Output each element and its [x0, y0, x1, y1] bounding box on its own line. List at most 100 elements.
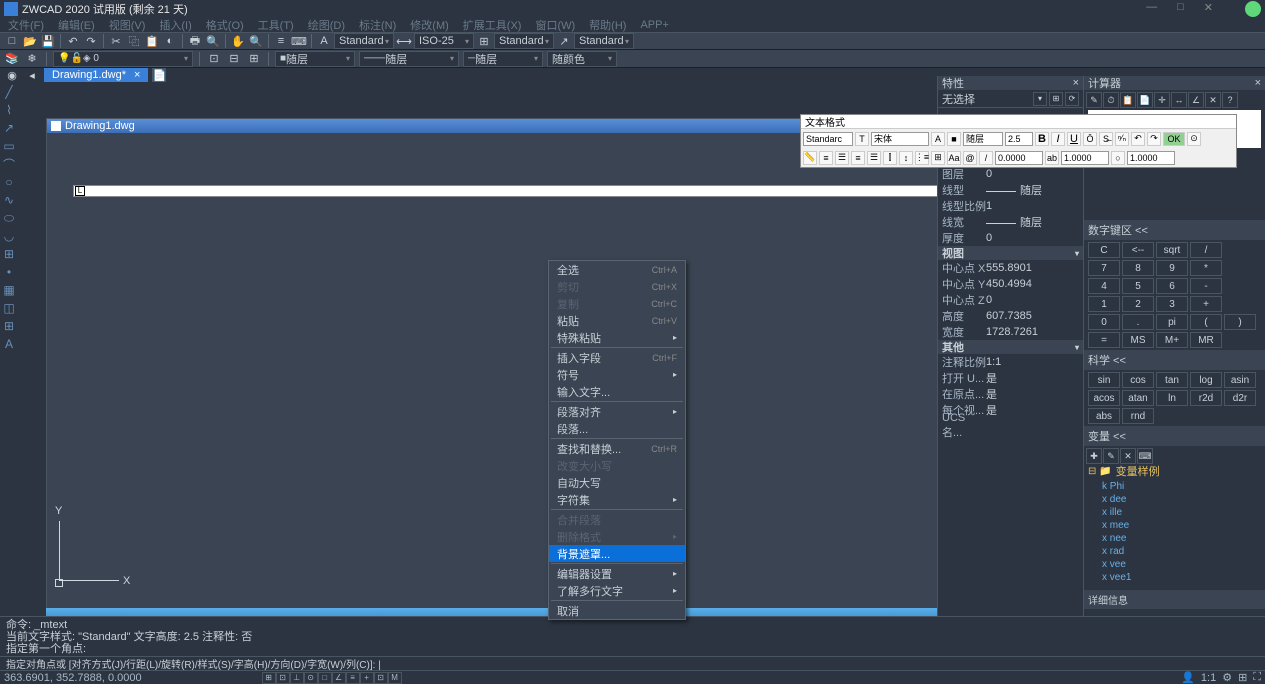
var-item[interactable]: x vee1	[1088, 571, 1261, 584]
property-row[interactable]: 中心点 Z0	[938, 292, 1083, 308]
tf-italic-button[interactable]: I	[1051, 132, 1065, 146]
calc-history-icon[interactable]: ⏱	[1103, 92, 1119, 108]
calc-key[interactable]: r2d	[1190, 390, 1222, 406]
tf-align-left-icon[interactable]: ≡	[819, 151, 833, 165]
context-menu-item[interactable]: 插入字段Ctrl+F	[549, 349, 685, 366]
var-new-icon[interactable]: ✚	[1086, 448, 1102, 464]
cut-icon[interactable]: ✂	[108, 33, 124, 49]
var-del-icon[interactable]: ✕	[1120, 448, 1136, 464]
tf-redo-button[interactable]: ↷	[1147, 132, 1161, 146]
var-item[interactable]: k Phi	[1088, 480, 1261, 493]
dim-style-combo[interactable]: ISO-25▾	[414, 33, 474, 49]
context-menu-item[interactable]: 粘贴Ctrl+V	[549, 312, 685, 329]
dyn-toggle[interactable]: +	[360, 672, 374, 684]
tf-track-icon[interactable]: ab	[1045, 151, 1059, 165]
line-tool-icon[interactable]: ╱	[1, 84, 17, 100]
pan-icon[interactable]: ✋	[230, 33, 246, 49]
menu-item[interactable]: 修改(M)	[410, 17, 449, 33]
ortho-toggle[interactable]: ⊥	[290, 672, 304, 684]
calc-key[interactable]: 2	[1122, 296, 1154, 312]
tf-numbering-icon[interactable]: ⋮≡	[915, 151, 929, 165]
property-row[interactable]: 线宽随层	[938, 214, 1083, 230]
calc-paste-icon[interactable]: 📄	[1137, 92, 1153, 108]
tf-track-input[interactable]	[1061, 151, 1109, 165]
save-icon[interactable]: 💾	[40, 33, 56, 49]
context-menu-item[interactable]: 查找和替换...Ctrl+R	[549, 440, 685, 457]
props-filter-icon[interactable]: ⟳	[1065, 92, 1079, 106]
tf-overline-button[interactable]: Ō	[1083, 132, 1097, 146]
tf-underline-button[interactable]: U	[1067, 132, 1081, 146]
cleanscreen-icon[interactable]: ⛶	[1253, 671, 1261, 684]
calc-group-numpad[interactable]: 数字键区 <<	[1084, 220, 1265, 240]
menu-item[interactable]: 视图(V)	[109, 17, 146, 33]
tab-prev-icon[interactable]: ◂	[24, 67, 40, 83]
context-menu-item[interactable]: 取消	[549, 602, 685, 619]
color-combo[interactable]: ■ 随层▾	[275, 51, 355, 67]
tf-uppercase-icon[interactable]: Aa	[947, 151, 961, 165]
menu-item[interactable]: 编辑(E)	[58, 17, 95, 33]
calc-key[interactable]: 8	[1122, 260, 1154, 276]
tf-symbol-icon[interactable]: @	[963, 151, 977, 165]
cycle-toggle[interactable]: ⊡	[374, 672, 388, 684]
context-menu-item[interactable]: 段落对齐▸	[549, 403, 685, 420]
layer-combo[interactable]: 💡🔓◈ 0▾	[53, 51, 193, 67]
user-avatar-icon[interactable]	[1245, 1, 1261, 17]
layeroff-icon[interactable]: ⊟	[226, 51, 242, 67]
calc-clear-icon[interactable]: ✎	[1086, 92, 1102, 108]
tf-annotative-icon[interactable]: A	[931, 132, 945, 146]
context-menu-item[interactable]: 段落...	[549, 420, 685, 437]
layerwalk-icon[interactable]: ⊞	[246, 51, 262, 67]
var-item[interactable]: x dee	[1088, 493, 1261, 506]
calc-key[interactable]: MS	[1122, 332, 1154, 348]
text-style-combo[interactable]: Standard▾	[334, 33, 394, 49]
tab-close-icon[interactable]: ×	[134, 69, 140, 81]
osnap-toggle[interactable]: □	[318, 672, 332, 684]
calc-key[interactable]: =	[1088, 332, 1120, 348]
workspace-icon[interactable]: ⊞	[1238, 671, 1247, 684]
copy-icon[interactable]: ⿻	[126, 33, 142, 49]
menu-item[interactable]: 窗口(W)	[535, 17, 575, 33]
lineweight-combo[interactable]: ─ 随层▾	[463, 51, 543, 67]
hatch-tool-icon[interactable]: ▦	[1, 282, 17, 298]
calc-icon[interactable]: ⌨	[291, 33, 307, 49]
redo-icon[interactable]: ↷	[83, 33, 99, 49]
point-tool-icon[interactable]: •	[1, 264, 17, 280]
tf-font-icon[interactable]: T	[855, 132, 869, 146]
polar-toggle[interactable]: ⊙	[304, 672, 318, 684]
tf-undo-button[interactable]: ↶	[1131, 132, 1145, 146]
tf-align-right-icon[interactable]: ≡	[851, 151, 865, 165]
ellipse-tool-icon[interactable]: ⬭	[1, 210, 17, 226]
calc-group-sci[interactable]: 科学 <<	[1084, 350, 1265, 370]
calc-key[interactable]: 3	[1156, 296, 1188, 312]
tf-oblique-input[interactable]	[995, 151, 1043, 165]
tf-oblique-icon[interactable]: /	[979, 151, 993, 165]
var-tree-root[interactable]: ⊟ 📁 变量样例	[1088, 462, 1261, 480]
match-icon[interactable]: ◐	[162, 33, 178, 49]
print-icon[interactable]: 🖶	[187, 33, 203, 49]
tf-strike-button[interactable]: S̶	[1099, 132, 1113, 146]
var-item[interactable]: x rad	[1088, 545, 1261, 558]
menu-item[interactable]: 绘图(D)	[308, 17, 345, 33]
property-row[interactable]: 打开 U...是	[938, 370, 1083, 386]
calc-getpoint-icon[interactable]: ✛	[1154, 92, 1170, 108]
context-menu-item[interactable]: 符号▸	[549, 366, 685, 383]
model-toggle[interactable]: M	[388, 672, 402, 684]
calc-key[interactable]: tan	[1156, 372, 1188, 388]
var-item[interactable]: x ille	[1088, 506, 1261, 519]
property-row[interactable]: 高度607.7385	[938, 308, 1083, 324]
menu-item[interactable]: 插入(I)	[159, 17, 191, 33]
minimize-button[interactable]: —	[1146, 1, 1157, 17]
var-edit-icon[interactable]: ✎	[1103, 448, 1119, 464]
tf-layer-combo[interactable]: 随层	[963, 132, 1003, 146]
property-row[interactable]: 中心点 X555.8901	[938, 260, 1083, 276]
spline-tool-icon[interactable]: ∿	[1, 192, 17, 208]
var-calc-icon[interactable]: ⌨	[1137, 448, 1153, 464]
calc-key[interactable]: 4	[1088, 278, 1120, 294]
var-item[interactable]: x nee	[1088, 532, 1261, 545]
property-row[interactable]: 线型随层	[938, 182, 1083, 198]
context-menu-item[interactable]: 特殊粘贴▸	[549, 329, 685, 346]
calc-help-icon[interactable]: ?	[1222, 92, 1238, 108]
var-item[interactable]: x vee	[1088, 558, 1261, 571]
tf-ok-button[interactable]: OK	[1163, 132, 1185, 146]
property-row[interactable]: 在原点...是	[938, 386, 1083, 402]
